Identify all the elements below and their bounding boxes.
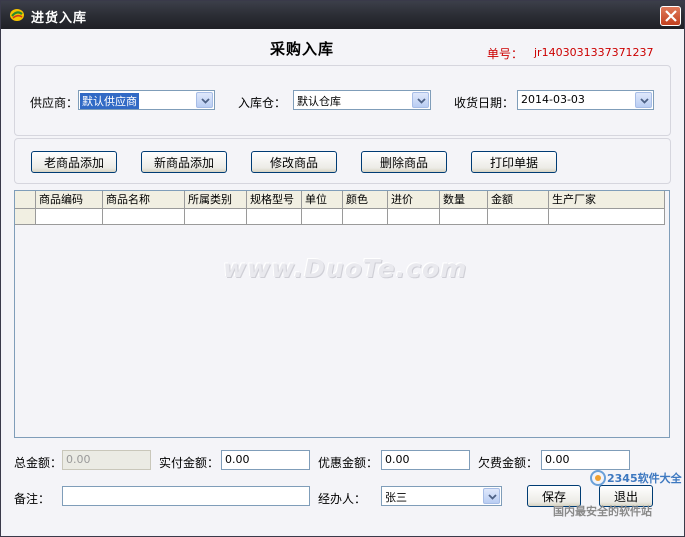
title-bar[interactable]: 进货入库: [1, 1, 684, 29]
order-number-label: 单号：: [487, 47, 524, 61]
col-header[interactable]: 商品编码: [36, 191, 103, 209]
delete-item-button[interactable]: 删除商品: [361, 151, 447, 173]
dropdown-button[interactable]: [635, 92, 652, 108]
paid-amount-field[interactable]: 0.00: [221, 450, 310, 470]
col-header[interactable]: 所属类别: [185, 191, 247, 209]
add-new-item-button[interactable]: 新商品添加: [141, 151, 227, 173]
supplier-select[interactable]: 默认供应商: [78, 90, 215, 110]
close-icon: [665, 10, 677, 22]
purchase-window: 进货入库 采购入库 单号： jr1403031337371237 供应商： 默认…: [0, 0, 685, 537]
table-cell[interactable]: [343, 209, 388, 225]
total-amount-field: 0.00: [62, 450, 151, 470]
overlay-brand: 2345软件大全: [607, 472, 682, 485]
receive-date-value: 2014-03-03: [521, 93, 585, 106]
dropdown-button[interactable]: [412, 92, 429, 108]
table-cell[interactable]: [549, 209, 665, 225]
col-header[interactable]: 颜色: [343, 191, 388, 209]
col-header[interactable]: 商品名称: [103, 191, 185, 209]
order-number-value: jr1403031337371237: [534, 46, 654, 59]
table-cell[interactable]: [488, 209, 549, 225]
col-header[interactable]: 金额: [488, 191, 549, 209]
brand-logo-icon: [590, 470, 606, 486]
app-logo-icon: [10, 9, 24, 21]
note-field[interactable]: [62, 486, 310, 506]
dropdown-button[interactable]: [483, 488, 500, 504]
receive-date-label: 收货日期：: [454, 96, 515, 110]
edit-item-button[interactable]: 修改商品: [251, 151, 337, 173]
table-cell[interactable]: [185, 209, 247, 225]
item-grid[interactable]: 商品编码 商品名称 所属类别 规格型号 单位 颜色 进价 数量 金额 生产厂家: [14, 190, 670, 438]
table-cell[interactable]: [440, 209, 488, 225]
table-cell[interactable]: [247, 209, 302, 225]
table-cell[interactable]: [388, 209, 440, 225]
supplier-label: 供应商：: [30, 96, 79, 110]
row-header[interactable]: [15, 209, 36, 225]
operator-value: 张三: [385, 491, 407, 504]
col-header[interactable]: 进价: [388, 191, 440, 209]
note-label: 备注：: [14, 492, 51, 506]
page-title: 采购入库: [270, 40, 335, 58]
warehouse-select[interactable]: 默认仓库: [293, 90, 431, 110]
table-cell[interactable]: [36, 209, 103, 225]
col-header[interactable]: 单位: [302, 191, 343, 209]
print-receipt-button[interactable]: 打印单据: [471, 151, 557, 173]
col-header[interactable]: 数量: [440, 191, 488, 209]
warehouse-label: 入库仓：: [238, 96, 287, 110]
col-header[interactable]: 生产厂家: [549, 191, 665, 209]
chevron-down-icon: [417, 98, 426, 104]
chevron-down-icon: [640, 98, 649, 104]
add-existing-item-button[interactable]: 老商品添加: [31, 151, 117, 173]
operator-label: 经办人：: [318, 492, 367, 506]
receive-date-picker[interactable]: 2014-03-03: [517, 90, 654, 110]
warehouse-value: 默认仓库: [297, 95, 341, 108]
operator-select[interactable]: 张三: [381, 486, 502, 506]
debt-amount-field[interactable]: 0.00: [541, 450, 630, 470]
grid-header: 商品编码 商品名称 所属类别 规格型号 单位 颜色 进价 数量 金额 生产厂家: [15, 191, 665, 209]
supplier-value: 默认供应商: [80, 93, 139, 109]
debt-amount-label: 欠费金额：: [478, 456, 539, 470]
table-row[interactable]: [15, 209, 665, 225]
discount-amount-field[interactable]: 0.00: [381, 450, 470, 470]
paid-amount-label: 实付金额：: [159, 456, 220, 470]
discount-amount-label: 优惠金额：: [318, 456, 379, 470]
chevron-down-icon: [201, 98, 210, 104]
table-cell[interactable]: [302, 209, 343, 225]
close-button[interactable]: [660, 6, 681, 26]
window-title: 进货入库: [31, 11, 88, 26]
col-header[interactable]: 规格型号: [247, 191, 302, 209]
total-amount-label: 总金额：: [14, 456, 63, 470]
table-cell[interactable]: [103, 209, 185, 225]
dropdown-button[interactable]: [196, 92, 213, 108]
chevron-down-icon: [488, 494, 497, 500]
overlay-slogan: 国内最安全的软件站: [553, 505, 652, 518]
watermark-text: www.DuoTe.com: [223, 254, 468, 283]
row-header-corner: [15, 191, 36, 209]
